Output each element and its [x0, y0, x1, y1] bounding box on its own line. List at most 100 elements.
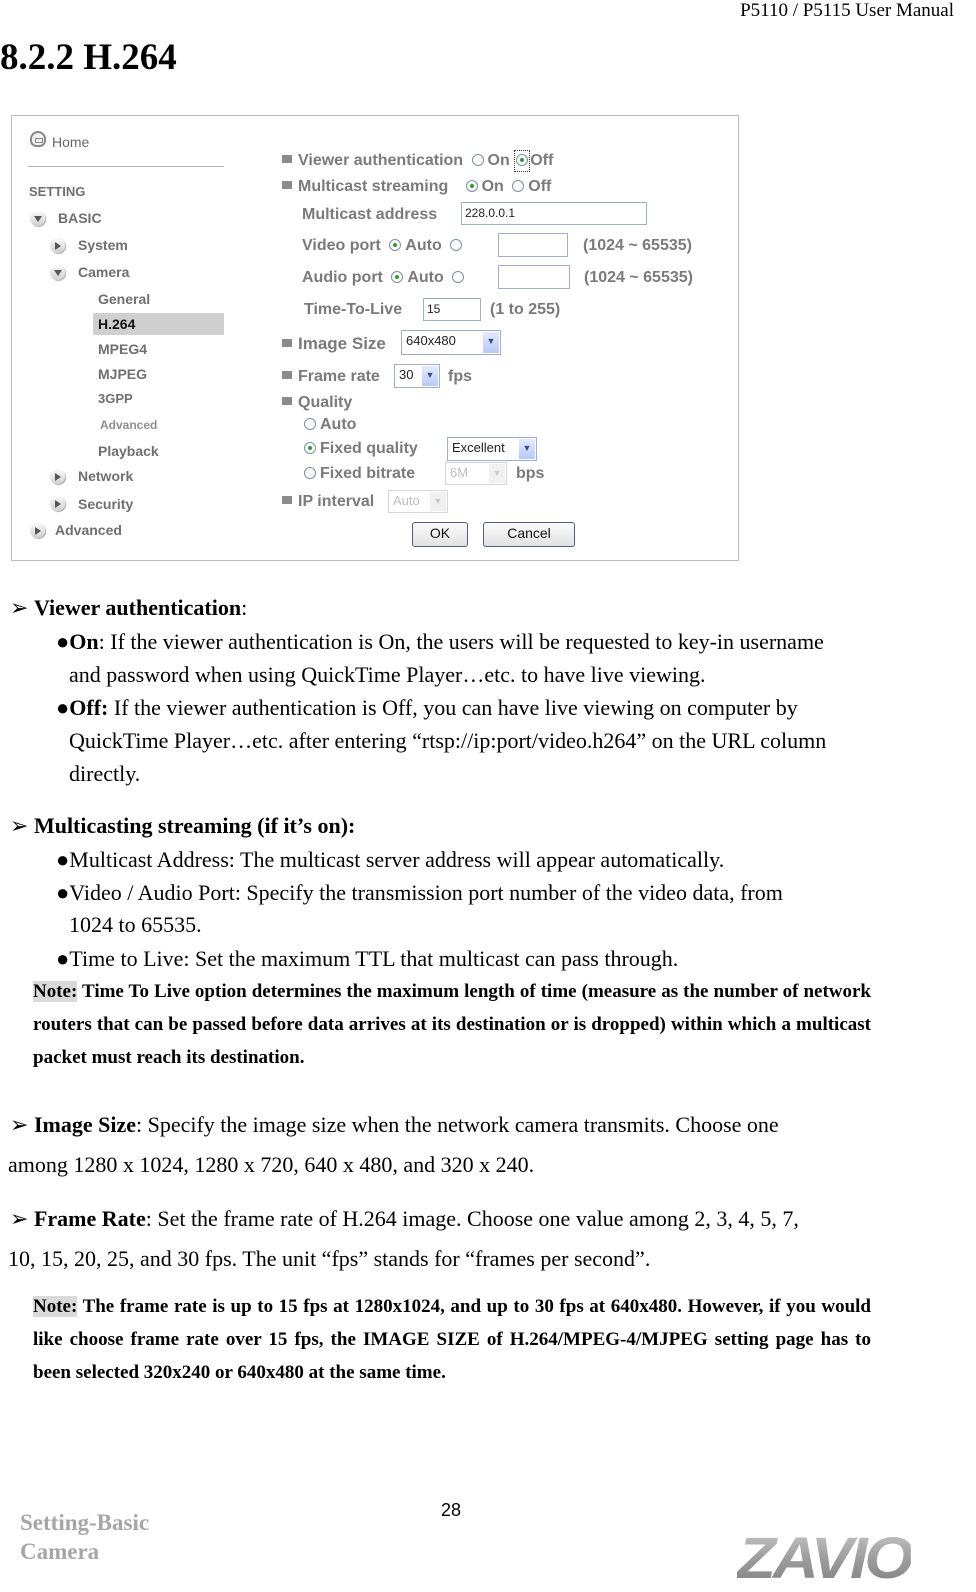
- viewer-auth-off-radio[interactable]: [516, 154, 529, 166]
- sidebar-item-playback[interactable]: Playback: [98, 443, 159, 459]
- viewer-auth-on-radio[interactable]: [471, 154, 484, 166]
- bullet-square-icon: [282, 155, 292, 163]
- note-label: Note:: [33, 1296, 78, 1317]
- frame-rate-unit: fps: [448, 368, 472, 385]
- viewer-auth-off-desc-end: directly.: [69, 761, 141, 786]
- image-size-select[interactable]: 640x480 ▼: [401, 330, 501, 355]
- sidebar-item-security[interactable]: Security: [78, 496, 133, 512]
- multicast-row: Multicast streaming On Off: [282, 178, 551, 196]
- multicast-item-address: ●Multicast Address: The multicast server…: [56, 847, 725, 872]
- home-icon: [30, 131, 46, 147]
- quality-row: Quality: [282, 394, 352, 412]
- ip-interval-value: Auto: [393, 493, 420, 508]
- audio-port-custom-radio[interactable]: [452, 271, 465, 283]
- sidebar-item-camera[interactable]: Camera: [78, 264, 129, 280]
- audio-port-range: (1024 ~ 65535): [584, 269, 693, 286]
- sidebar-item-network[interactable]: Network: [78, 468, 133, 484]
- video-port-auto-label: Auto: [405, 237, 442, 254]
- frame-rate-select[interactable]: 30 ▼: [394, 364, 440, 388]
- ip-interval-label: IP interval: [298, 493, 375, 510]
- ok-button[interactable]: OK: [412, 522, 468, 547]
- viewer-auth-on-desc: ●On: If the viewer authentication is On,…: [56, 629, 824, 654]
- frame-rate-label: Frame rate: [298, 368, 380, 385]
- multicast-on-radio[interactable]: [465, 180, 478, 192]
- fixed-quality-select[interactable]: Excellent ▼: [447, 437, 537, 461]
- sidebar-item-home[interactable]: Home: [52, 134, 89, 150]
- video-port-range: (1024 ~ 65535): [583, 237, 692, 254]
- chevron-right-icon[interactable]: [50, 496, 65, 511]
- settings-screenshot: Home SETTING BASIC System Camera General…: [11, 115, 739, 561]
- bullet-square-icon: [282, 397, 292, 405]
- viewer-auth-off-desc-cont: QuickTime Player…etc. after entering “rt…: [69, 728, 827, 753]
- fixed-quality-radio[interactable]: [304, 442, 316, 454]
- bullet-square-icon: [282, 496, 292, 504]
- audio-port-input[interactable]: [498, 265, 570, 289]
- sidebar-item-mjpeg[interactable]: MJPEG: [98, 366, 147, 382]
- image-size-desc-cont: among 1280 x 1024, 1280 x 720, 640 x 480…: [8, 1152, 535, 1177]
- fixed-bitrate-radio[interactable]: [304, 467, 316, 479]
- cancel-button[interactable]: Cancel: [483, 522, 575, 547]
- image-size-row: Image Size: [282, 334, 386, 354]
- zavio-logo: ZAVIO: [737, 1526, 914, 1591]
- ttl-range: (1 to 255): [490, 301, 561, 318]
- manual-title: P5110 / P5115 User Manual: [740, 0, 954, 21]
- chevron-right-icon[interactable]: [30, 523, 45, 538]
- multicast-address-input[interactable]: 228.0.0.1: [461, 202, 647, 225]
- footer-section-line2: Camera: [20, 1539, 100, 1564]
- video-port-input[interactable]: [498, 233, 568, 257]
- chevron-down-icon[interactable]: [50, 265, 65, 280]
- sidebar-item-general[interactable]: General: [98, 291, 150, 307]
- chevron-right-icon[interactable]: [50, 238, 65, 253]
- viewer-auth-heading: ➢ Viewer authentication:: [10, 595, 248, 620]
- video-port-label: Video port: [302, 237, 381, 254]
- image-size-label: Image Size: [298, 334, 386, 353]
- sidebar-item-advanced[interactable]: Advanced: [55, 522, 122, 538]
- sidebar-item-3gpp[interactable]: 3GPP: [98, 391, 133, 406]
- image-size-desc: ➢ Image Size: Specify the image size whe…: [10, 1112, 779, 1137]
- viewer-auth-on-desc-cont: and password when using QuickTime Player…: [69, 662, 706, 687]
- chevron-right-icon[interactable]: [50, 469, 65, 484]
- quality-auto-row: Auto: [300, 416, 356, 434]
- sidebar-item-h264[interactable]: H.264: [98, 316, 135, 332]
- video-port-custom-radio[interactable]: [450, 239, 463, 251]
- viewer-auth-off-desc: ●Off: If the viewer authentication is Of…: [56, 695, 798, 720]
- chevron-down-icon: ▼: [489, 464, 505, 483]
- chevron-down-icon[interactable]: [30, 211, 45, 226]
- bullet-square-icon: [282, 371, 292, 379]
- audio-port-auto-radio[interactable]: [391, 271, 404, 283]
- ip-interval-select[interactable]: Auto ▼: [388, 490, 448, 513]
- viewer-auth-off-label: Off: [530, 152, 554, 169]
- multicast-item-port: ●Video / Audio Port: Specify the transmi…: [56, 880, 783, 905]
- viewer-auth-label: Viewer authentication: [298, 152, 464, 169]
- multicast-on-label: On: [481, 178, 504, 195]
- sidebar-item-system[interactable]: System: [78, 237, 128, 253]
- viewer-auth-row: Viewer authentication On Off: [282, 150, 553, 172]
- bullet-square-icon: [282, 339, 292, 347]
- ttl-note: Note: Time To Live option determines the…: [33, 981, 871, 1068]
- sidebar-item-mpeg4[interactable]: MPEG4: [98, 341, 147, 357]
- sidebar-item-camera-advanced[interactable]: Advanced: [100, 418, 157, 432]
- sidebar-item-basic[interactable]: BASIC: [58, 210, 102, 226]
- multicast-label: Multicast streaming: [298, 178, 449, 195]
- video-port-auto-radio[interactable]: [389, 239, 402, 251]
- ttl-input[interactable]: 15: [423, 298, 481, 321]
- fixed-quality-row: Fixed quality: [300, 440, 418, 458]
- audio-port-label: Audio port: [302, 269, 383, 286]
- ttl-label: Time-To-Live: [304, 301, 403, 318]
- multicast-heading: ➢ Multicasting streaming (if it’s on):: [10, 813, 356, 838]
- footer-section-line1: Setting-Basic: [20, 1510, 150, 1535]
- multicast-off-radio[interactable]: [512, 180, 525, 192]
- sidebar-setting-label: SETTING: [29, 184, 86, 199]
- audio-port-row: Audio port Auto: [302, 269, 468, 287]
- frame-rate-value: 30: [399, 367, 414, 382]
- multicast-item-port-cont: 1024 to 65535.: [69, 912, 202, 937]
- frame-rate-desc-cont: 10, 15, 20, 25, and 30 fps. The unit “fp…: [8, 1246, 651, 1271]
- frame-rate-row: Frame rate: [282, 368, 380, 386]
- page-number: 28: [441, 1500, 462, 1520]
- fixed-bitrate-select[interactable]: 6M ▼: [445, 462, 507, 485]
- video-port-row: Video port Auto: [302, 237, 466, 255]
- multicast-item-ttl: ●Time to Live: Set the maximum TTL that …: [56, 946, 679, 971]
- chevron-down-icon: ▼: [519, 439, 535, 459]
- quality-label: Quality: [298, 394, 353, 411]
- quality-auto-radio[interactable]: [304, 418, 316, 430]
